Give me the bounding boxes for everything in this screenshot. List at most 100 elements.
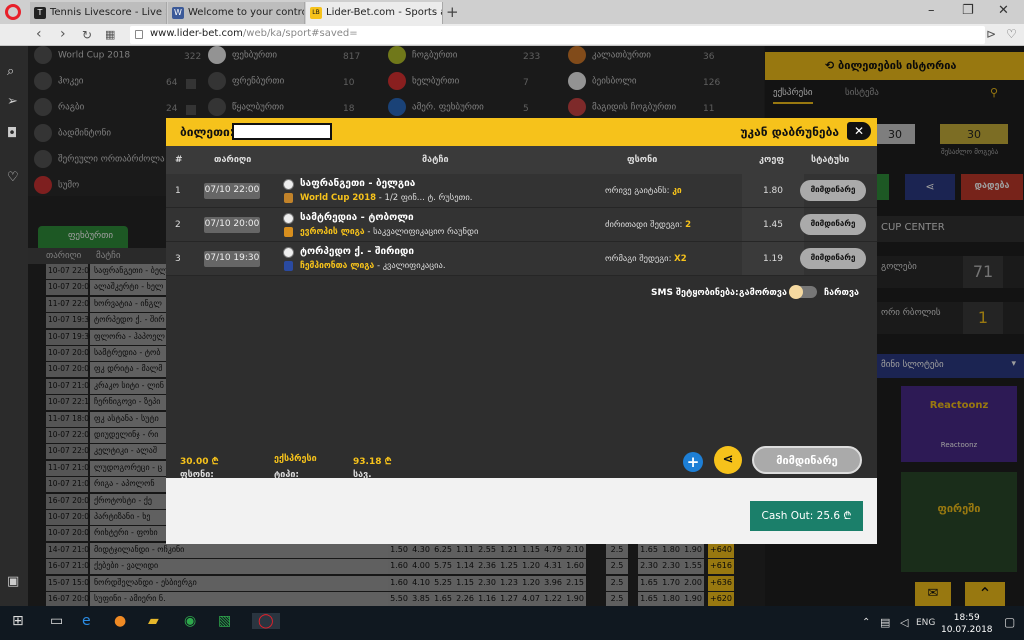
row-league: ევროპის ლიგა - საკვალიფიკაციო რაუნდი	[300, 227, 478, 237]
restore-icon[interactable]: ❐	[962, 3, 974, 18]
send-icon[interactable]: ➢	[7, 94, 18, 109]
bet-value: კი	[672, 186, 682, 196]
control-panel-favicon-icon: W	[172, 7, 184, 19]
row-match[interactable]: სამტრედია - ტობოლი	[300, 212, 414, 223]
row-bet: ორივე გაიტანს: კი	[605, 186, 682, 196]
row-status-badge: მიმდინარე	[800, 214, 866, 235]
browser-tab-strip: T Tennis Livescore - Live Sco W Welcome …	[0, 0, 1024, 24]
taskbar: ⊞ ▭ e ● ▰ ◉ ▧ ◯ ⌃ ▤ ◁ ENG 18:59 10.07.201…	[0, 606, 1024, 640]
clock-time: 18:59	[953, 613, 980, 623]
row-date: 07/10 22:00	[204, 183, 260, 199]
firefox-icon[interactable]: ●	[114, 613, 126, 629]
league-name: ჩემპიონთა ლიგა	[300, 261, 375, 271]
back-icon[interactable]: ‹	[36, 26, 42, 42]
opera-sidebar: ⌕ ➢ ◘ ♡ ▣	[0, 46, 28, 606]
notifications-icon[interactable]: ▢	[1004, 615, 1015, 629]
camera-icon[interactable]: ◘	[7, 126, 17, 141]
football-icon	[283, 247, 294, 258]
bookmark-heart-icon[interactable]: ♡	[1006, 27, 1017, 41]
col-bet: ფსონი	[627, 155, 658, 165]
url-path: /web/ka/sport#saved=	[242, 28, 358, 39]
bet-label: ორივე გაიტანს:	[605, 186, 673, 196]
tab-title: Welcome to your control p	[188, 7, 304, 18]
close-modal-icon[interactable]: ✕	[847, 122, 871, 140]
ticket-summary: ფსონი: 30.00 ₾ ტიპი: ექსპრესი სავ. მოგებ…	[166, 438, 877, 490]
share-icon[interactable]: ⋖	[714, 446, 742, 474]
sms-off-label: გამორთვა	[739, 288, 787, 298]
cash-out-button[interactable]: Cash Out: 25.6 ₾	[750, 501, 863, 531]
address-bar: ‹ › ↻ ▦ www.lider-bet.com/web/ka/sport#s…	[0, 24, 1024, 46]
opera-taskbar-icon[interactable]: ◯	[252, 613, 280, 629]
opera-menu-icon[interactable]	[5, 4, 21, 20]
row-match[interactable]: საფრანგეთი - ბელგია	[300, 178, 415, 189]
row-coef: 1.19	[742, 242, 804, 275]
bet-value: X2	[674, 254, 687, 264]
row-bet: ორმაგი შედეგი: X2	[605, 254, 687, 264]
url-field[interactable]: www.lider-bet.com/web/ka/sport#saved=	[130, 26, 985, 44]
url-host: www.lider-bet.com	[150, 28, 243, 39]
win-value: 93.18 ₾	[353, 457, 392, 467]
speed-dial-icon[interactable]: ▦	[105, 28, 115, 41]
toggle-knob	[789, 285, 803, 299]
tray-up-icon[interactable]: ⌃	[862, 617, 870, 628]
vpn-icon[interactable]: ⊳	[986, 27, 996, 41]
type-summary: ტიპი: ექსპრესი	[274, 454, 317, 480]
ticket-modal: ბილეთი: უკან დაბრუნება ✕ # თარიღი მატჩი …	[166, 118, 877, 544]
edge-icon[interactable]: e	[82, 613, 91, 629]
ticket-row: 2 07/10 20:00 სამტრედია - ტობოლი ევროპის…	[166, 208, 877, 242]
modal-header: ბილეთი: უკან დაბრუნება ✕	[166, 118, 877, 146]
row-coef: 1.80	[742, 174, 804, 207]
row-match[interactable]: ტორპედო ქ. - შირიდი	[300, 246, 414, 257]
minimize-icon[interactable]: –	[928, 3, 935, 18]
back-link[interactable]: უკან დაბრუნება	[740, 125, 839, 139]
football-icon	[283, 179, 294, 190]
search-icon[interactable]: ⌕	[7, 64, 14, 79]
col-date: თარიღი	[214, 155, 252, 165]
champions-league-icon	[284, 261, 293, 271]
new-tab-button[interactable]: +	[446, 3, 459, 21]
task-view-icon[interactable]: ▭	[50, 613, 63, 629]
network-icon[interactable]: ▤	[880, 616, 890, 629]
row-date: 07/10 20:00	[204, 217, 260, 233]
win-summary: სავ. მოგება: 93.18 ₾	[353, 454, 392, 490]
sidebar-toggle-icon[interactable]: ▣	[7, 574, 19, 589]
add-icon[interactable]: +	[683, 452, 703, 472]
file-explorer-icon[interactable]: ▰	[148, 613, 159, 629]
col-num: #	[175, 155, 183, 165]
col-coef: კოეფ	[759, 155, 784, 165]
stake-value: 30.00 ₾	[180, 457, 219, 467]
league-name: ევროპის ლიგა	[300, 227, 365, 237]
row-league: ჩემპიონთა ლიგა - კვალიფიკაცია.	[300, 261, 446, 271]
tab-lider-bet[interactable]: LB Lider-Bet.com - Sports and	[306, 2, 443, 24]
reload-icon[interactable]: ↻	[82, 28, 92, 42]
tab-control-panel[interactable]: W Welcome to your control p	[168, 2, 305, 24]
heart-icon[interactable]: ♡	[7, 170, 19, 185]
close-window-icon[interactable]: ✕	[998, 3, 1009, 18]
row-status-badge: მიმდინარე	[800, 180, 866, 201]
excel-icon[interactable]: ▧	[218, 613, 231, 629]
clock-date: 10.07.2018	[941, 625, 993, 635]
chrome-icon[interactable]: ◉	[184, 613, 196, 629]
tab-title: Tennis Livescore - Live Sco	[50, 7, 166, 18]
volume-icon[interactable]: ◁	[900, 616, 908, 629]
row-num: 1	[175, 186, 181, 196]
europa-league-icon	[284, 227, 293, 237]
windows-start-icon[interactable]: ⊞	[12, 613, 24, 629]
forward-icon[interactable]: ›	[60, 26, 66, 42]
sms-toggle[interactable]	[789, 285, 817, 299]
col-match: მატჩი	[422, 155, 449, 165]
stake-summary: ფსონი: 30.00 ₾	[180, 454, 219, 480]
row-num: 3	[175, 254, 181, 264]
ticket-title: ბილეთი:	[180, 125, 235, 139]
row-date: 07/10 19:30	[204, 251, 260, 267]
ticket-status-button[interactable]: მიმდინარე	[752, 446, 862, 474]
trophy-icon	[284, 193, 293, 203]
clock[interactable]: 18:59 10.07.2018	[941, 612, 993, 636]
ticket-table-header: # თარიღი მატჩი ფსონი კოეფ სტატუსი	[166, 146, 877, 174]
bet-label: ძირითადი შედეგი:	[605, 220, 686, 230]
ticket-id-redacted	[232, 123, 332, 140]
tab-tennis-livescore[interactable]: T Tennis Livescore - Live Sco	[30, 2, 167, 24]
league-stage: - 1/2 ფინ... ტ. რუსეთი.	[376, 193, 473, 203]
language-indicator[interactable]: ENG	[916, 618, 935, 628]
modal-bottom: Cash Out: 25.6 ₾	[166, 478, 877, 544]
